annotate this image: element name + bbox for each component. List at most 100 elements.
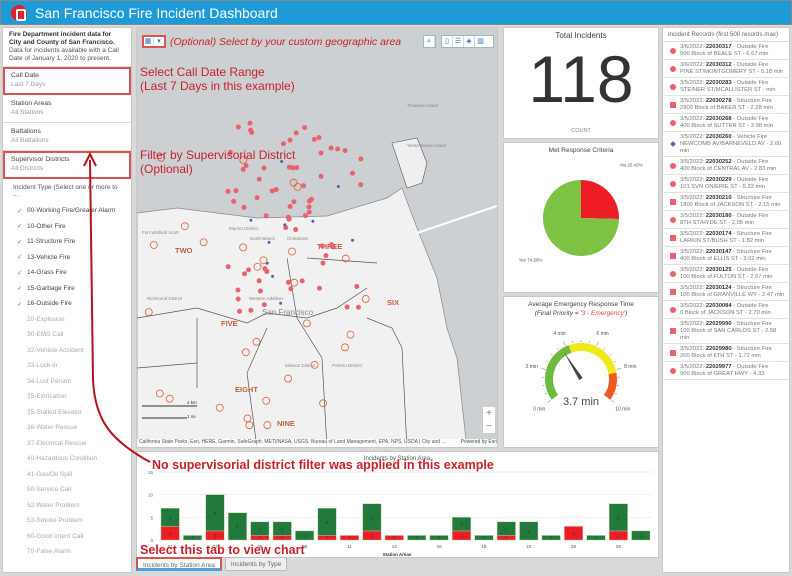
- record-date: 3/5/2022:: [680, 266, 705, 273]
- select-icon[interactable]: ▦: [143, 36, 154, 47]
- incident-marker: [248, 307, 254, 313]
- record-item[interactable]: 3/5/2022: 22030229 - Outside Fire 101 SVN…: [663, 175, 789, 193]
- record-id: 22029980: [705, 345, 732, 352]
- incident-type-option[interactable]: 70-False Alarm: [3, 544, 131, 560]
- bookmark-icon[interactable]: ▯: [442, 36, 453, 47]
- incident-type-option[interactable]: 34-Lost Person: [3, 374, 131, 390]
- filter-call-date[interactable]: Call Date Last 7 Days: [3, 67, 131, 95]
- record-item[interactable]: 3/5/2022: 22030268 - Outside Fire 400 Blo…: [663, 114, 789, 132]
- incident-marker: [308, 196, 314, 202]
- district-label: SIX: [387, 298, 399, 307]
- check-icon: ✓: [17, 285, 23, 293]
- incident-marker: [323, 253, 329, 259]
- filter-battalions[interactable]: Battalions All Battalions: [3, 123, 131, 151]
- incident-type-option[interactable]: ✓ 00-Working Fire/Greater Alarm: [3, 203, 131, 219]
- incident-marker: [241, 204, 247, 210]
- incident-type-option[interactable]: 35-Extrication: [3, 389, 131, 405]
- square-marker-icon: [666, 321, 680, 342]
- legend-icon[interactable]: ☰: [453, 36, 464, 47]
- record-item[interactable]: 3/5/2022: 22030210 - Structure Fire 1800 …: [663, 193, 789, 211]
- record-item[interactable]: 3/5/2022: 22029980 - Structure Fire 200 B…: [663, 344, 789, 362]
- powered-by[interactable]: Powered by Esri: [461, 439, 497, 447]
- record-item[interactable]: 3/5/2022: 22029990 - Structure Fire 100 B…: [663, 319, 789, 344]
- tab-incidents-by-station[interactable]: Incidents by Station Area: [136, 557, 222, 571]
- option-label: 15-Garbage Fire: [27, 284, 75, 292]
- record-item[interactable]: 3/5/2022: 22030180 - Outside Fire 8TH ST/…: [663, 211, 789, 229]
- record-item[interactable]: 3/5/2022: 22030084 - Outside Fire 0 Block…: [663, 301, 789, 319]
- incident-type-option[interactable]: 53-Smoke Problem: [3, 513, 131, 529]
- incident-type-option[interactable]: 36-Water Rescue: [3, 420, 131, 436]
- gauge-band: [545, 345, 572, 400]
- filter-station-areas[interactable]: Station Areas All Stations: [3, 95, 131, 123]
- filter-supervisor-districts[interactable]: Supervisor Districts All Districts: [3, 151, 131, 179]
- incident-type-option[interactable]: 41-Gas/Oil Spill: [3, 467, 131, 483]
- incident-type-option[interactable]: 33-Lock-in: [3, 358, 131, 374]
- record-item[interactable]: 3/6/2022: 22030317 - Outside Fire 500 Blo…: [663, 42, 789, 60]
- place-label: Marina District: [229, 226, 259, 231]
- gauge-tick: [563, 341, 566, 346]
- record-item[interactable]: 3/5/2022: 22030174 - Structure Fire LARKI…: [663, 229, 789, 247]
- pie-chart: No 25.42% Yes 74.58%: [519, 163, 643, 263]
- record-item[interactable]: 3/5/2022: 22030283 - Outside Fire STEINER…: [663, 78, 789, 96]
- layers-icon[interactable]: ◈: [464, 36, 475, 47]
- incident-records-panel: Incident Records (first 500 records max)…: [662, 27, 790, 573]
- circle-marker-icon: [666, 213, 680, 227]
- incident-marker: [235, 296, 241, 302]
- incident-type-option[interactable]: 60-Good Intent Call: [3, 529, 131, 545]
- incident-marker: [358, 182, 364, 188]
- select-area-tool[interactable]: ▦ ▾: [142, 35, 166, 48]
- record-location: 100 Block of SAN CARLOS ST - 2.58 min: [680, 327, 777, 341]
- records-title: Incident Records (first 500 records max): [663, 28, 789, 42]
- incident-type-option[interactable]: ✓ 13-Vehicle Fire: [3, 250, 131, 266]
- record-item[interactable]: 3/5/2022: 22030260 - Vehicle Fire NEWCOMB…: [663, 132, 789, 157]
- record-id: 22030147: [705, 248, 732, 255]
- chevron-down-icon[interactable]: ▾: [154, 36, 165, 47]
- basemap-icon[interactable]: ▥: [475, 36, 486, 47]
- record-date: 3/5/2022:: [680, 158, 705, 165]
- attribution-text: California State Parks, Esri, HERE, Garm…: [139, 439, 446, 445]
- record-item[interactable]: 3/5/2022: 22029977 - Outside Fire 900 Blo…: [663, 362, 789, 380]
- record-date: 3/5/2022:: [680, 345, 705, 352]
- record-item[interactable]: 3/5/2022: 22030125 - Outside Fire 100 Blo…: [663, 265, 789, 283]
- fire-station-icon: [293, 182, 302, 191]
- records-list[interactable]: 3/6/2022: 22030317 - Outside Fire 500 Blo…: [663, 42, 789, 380]
- zoom-in-button[interactable]: +: [483, 407, 495, 420]
- incident-type-option[interactable]: 37-Electrical Rescue: [3, 436, 131, 452]
- gauge-needle: [563, 352, 583, 381]
- incident-type-option[interactable]: 20-Explosion: [3, 312, 131, 328]
- incident-type-option[interactable]: ✓ 14-Grass Fire: [3, 265, 131, 281]
- incident-type-option[interactable]: ✓ 15-Garbage Fire: [3, 281, 131, 297]
- record-item[interactable]: 3/5/2022: 22030278 - Structure Fire 2900 …: [663, 96, 789, 114]
- incident-type-option[interactable]: 40-Hazardous Condition: [3, 451, 131, 467]
- option-label: 30-EMS Call: [27, 331, 64, 339]
- record-item[interactable]: 3/5/2022: 22030252 - Outside Fire 400 Blo…: [663, 157, 789, 175]
- incident-marker: [233, 188, 239, 194]
- record-item[interactable]: 3/6/2022: 22030312 - Outside Fire PINE ST…: [663, 60, 789, 78]
- incident-type-option[interactable]: ✓ 16-Outside Fire: [3, 296, 131, 312]
- filter-label: Station Areas: [11, 100, 52, 107]
- square-marker-icon: [666, 346, 680, 360]
- incident-type-option[interactable]: 30-EMS Call: [3, 327, 131, 343]
- incident-type-option[interactable]: 35-Stalled Elevator: [3, 405, 131, 421]
- incident-type-option[interactable]: 32-Vehicle Accident: [3, 343, 131, 359]
- record-id: 22030268: [705, 115, 732, 122]
- zoom-out-button[interactable]: −: [483, 420, 495, 433]
- vehicle-fire-marker: [249, 218, 253, 222]
- incident-type-option[interactable]: ✓ 11-Structure Fire: [3, 234, 131, 250]
- record-date: 3/5/2022:: [680, 320, 705, 327]
- incident-marker: [293, 130, 299, 136]
- incident-type-option[interactable]: 52-Water Problem: [3, 498, 131, 514]
- incident-type-option[interactable]: ✓ 10-Other Fire: [3, 219, 131, 235]
- gauge-tick: [557, 347, 559, 350]
- circle-marker-icon: [666, 177, 680, 191]
- record-item[interactable]: 3/5/2022: 22030147 - Structure Fire 400 B…: [663, 247, 789, 265]
- incident-type-option[interactable]: 50-Service Call: [3, 482, 131, 498]
- search-button[interactable]: ⌕: [423, 35, 436, 48]
- record-item[interactable]: 3/5/2022: 22030124 - Structure Fire 100 B…: [663, 283, 789, 301]
- search-icon[interactable]: ⌕: [424, 36, 435, 47]
- map-view[interactable]: TWO THREE FIVE SIX EIGHT NINE Marina District N…: [136, 27, 498, 448]
- circle-marker-icon: [666, 62, 680, 76]
- pie-panel: Met Response Criteria No 25.42% Yes 74.58…: [503, 142, 659, 293]
- tab-incidents-by-type[interactable]: Incidents by Type: [224, 557, 288, 571]
- district-label: EIGHT: [235, 385, 258, 394]
